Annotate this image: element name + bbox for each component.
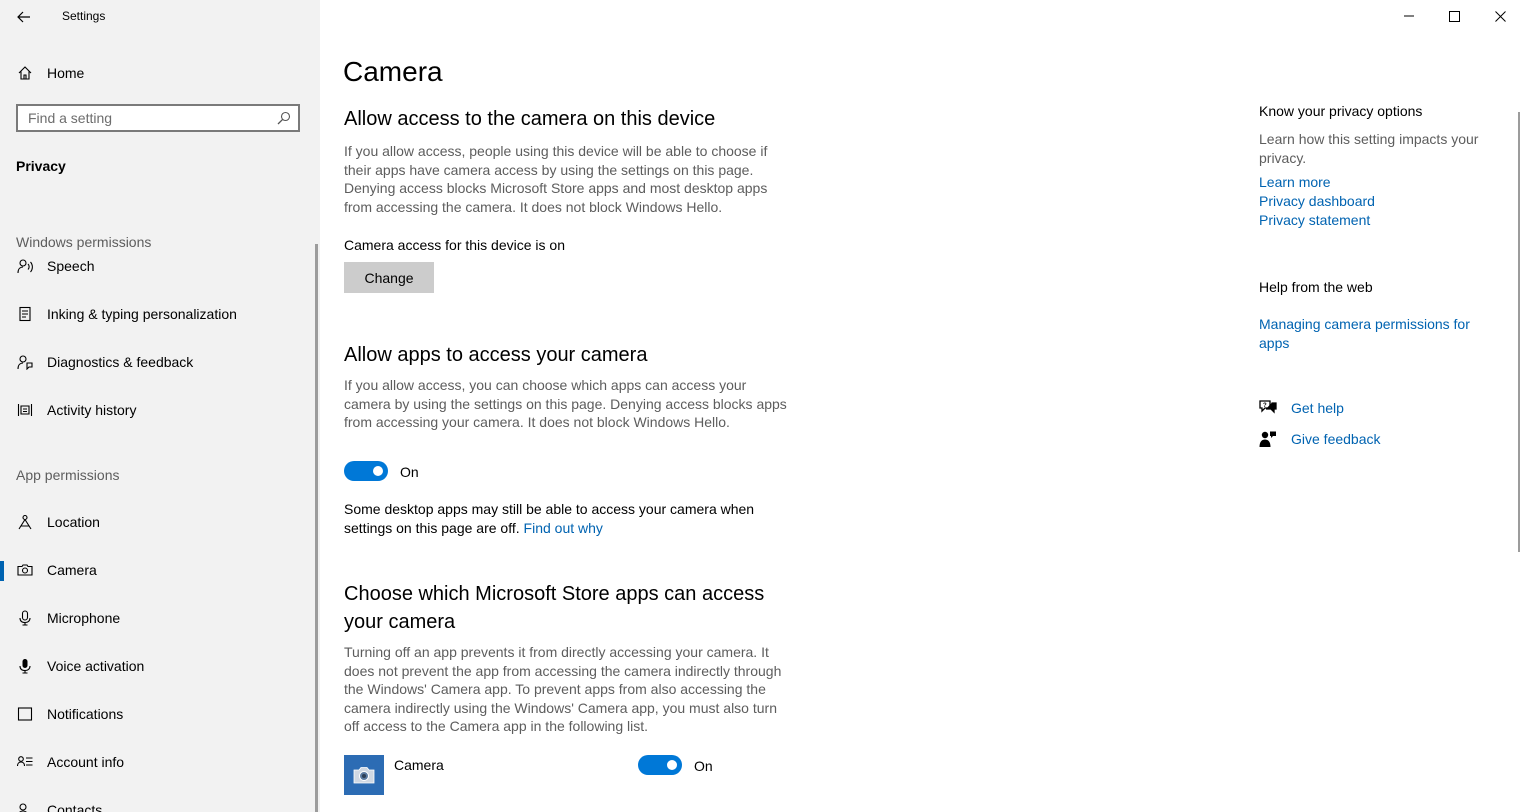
device-access-description: If you allow access, people using this d… (344, 143, 768, 215)
microphone-icon (16, 609, 34, 627)
sidebar-item-label: Microphone (47, 610, 121, 626)
sidebar-item-label: Voice activation (47, 658, 145, 674)
sidebar-item-speech[interactable]: Speech (0, 242, 320, 290)
sidebar-item-inking-typing[interactable]: Inking & typing personalization (0, 290, 320, 338)
app-title: Settings (62, 9, 106, 23)
sidebar-item-notifications[interactable]: Notifications (0, 690, 320, 738)
privacy-options-heading: Know your privacy options (1259, 103, 1423, 119)
managing-camera-permissions-link[interactable]: Managing camera permissions for apps (1259, 315, 1499, 352)
change-button[interactable]: Change (344, 262, 434, 293)
sidebar-item-activity-history[interactable]: Activity history (0, 386, 320, 434)
sidebar: Settings Home Privacy Windows permission… (0, 0, 320, 812)
camera-app-toggle-state: On (694, 758, 713, 774)
sidebar-item-label: Activity history (47, 402, 137, 418)
apps-access-toggle-state: On (400, 464, 419, 480)
sidebar-item-label: Notifications (47, 706, 124, 722)
back-button[interactable] (10, 4, 38, 30)
camera-app-icon (353, 767, 375, 784)
title-bar: Settings (0, 0, 320, 34)
toggle-knob (667, 760, 677, 770)
main-scrollbar[interactable] (1518, 112, 1520, 552)
desktop-apps-note: Some desktop apps may still be able to a… (344, 500, 764, 537)
activity-history-icon (16, 401, 34, 419)
close-icon (1494, 10, 1506, 22)
account-info-icon (16, 753, 34, 771)
sidebar-scrollbar[interactable] (315, 244, 318, 812)
contacts-icon (16, 801, 34, 812)
sidebar-item-camera[interactable]: Camera (0, 546, 320, 594)
close-button[interactable] (1477, 0, 1523, 32)
store-apps-description: Turning off an app prevents it from dire… (344, 644, 782, 734)
toggle-knob (373, 466, 383, 476)
notifications-icon (16, 705, 34, 723)
search-icon[interactable] (277, 111, 291, 125)
windows-permissions-list: Speech Inking & typing personalization D… (0, 242, 320, 434)
page-title: Camera (343, 56, 443, 87)
app-permissions-list: Location Camera Microphone Voice activat… (0, 498, 320, 812)
section-title: Privacy (16, 158, 66, 174)
voice-activation-icon (16, 657, 34, 675)
find-out-why-link[interactable]: Find out why (524, 520, 603, 536)
back-arrow-icon (17, 11, 30, 23)
sidebar-item-label: Speech (47, 258, 95, 274)
maximize-button[interactable] (1431, 0, 1477, 32)
sidebar-item-label: Contacts (47, 802, 103, 812)
home-label: Home (47, 65, 85, 81)
apps-access-heading: Allow apps to access your camera (344, 344, 648, 366)
get-help-link[interactable]: Get help (1291, 400, 1344, 416)
sidebar-item-label: Inking & typing personalization (47, 306, 237, 322)
camera-app-toggle[interactable] (638, 755, 682, 775)
maximize-icon (1448, 10, 1460, 22)
home-icon (16, 64, 34, 82)
svg-text:?: ? (1263, 403, 1267, 409)
privacy-dashboard-link[interactable]: Privacy dashboard (1259, 193, 1375, 209)
app-permissions-label: App permissions (16, 467, 120, 483)
search-input[interactable] (18, 106, 268, 130)
sidebar-item-diagnostics[interactable]: Diagnostics & feedback (0, 338, 320, 386)
sidebar-item-microphone[interactable]: Microphone (0, 594, 320, 642)
main-content: Camera Allow access to the camera on thi… (320, 0, 1523, 812)
store-apps-heading: Choose which Microsoft Store apps can ac… (344, 583, 765, 633)
search-box (16, 104, 300, 132)
device-access-heading: Allow access to the camera on this devic… (344, 108, 716, 130)
device-access-status: Camera access for this device is on (344, 237, 565, 253)
speech-icon (16, 257, 34, 275)
sidebar-item-label: Location (47, 514, 100, 530)
sidebar-item-label: Diagnostics & feedback (47, 354, 194, 370)
privacy-statement-link[interactable]: Privacy statement (1259, 212, 1370, 228)
give-feedback-icon (1259, 431, 1276, 447)
home-nav-item[interactable]: Home (0, 58, 320, 88)
sidebar-item-voice-activation[interactable]: Voice activation (0, 642, 320, 690)
minimize-button[interactable] (1386, 0, 1432, 32)
inking-icon (16, 305, 34, 323)
apps-access-description: If you allow access, you can choose whic… (344, 377, 787, 430)
diagnostics-icon (16, 353, 34, 371)
get-help-icon: ? (1259, 400, 1277, 414)
sidebar-item-label: Camera (47, 562, 97, 578)
sidebar-item-contacts[interactable]: Contacts (0, 786, 320, 812)
camera-app-tile (344, 755, 384, 795)
camera-icon (16, 561, 34, 579)
location-icon (16, 513, 34, 531)
give-feedback-link[interactable]: Give feedback (1291, 431, 1381, 447)
minimize-icon (1404, 15, 1414, 17)
learn-more-link[interactable]: Learn more (1259, 174, 1331, 190)
sidebar-item-location[interactable]: Location (0, 498, 320, 546)
sidebar-item-label: Account info (47, 754, 125, 770)
sidebar-item-account-info[interactable]: Account info (0, 738, 320, 786)
apps-access-toggle[interactable] (344, 461, 388, 481)
privacy-options-description: Learn how this setting impacts your priv… (1259, 131, 1479, 166)
camera-app-name: Camera (394, 757, 444, 773)
help-from-web-heading: Help from the web (1259, 279, 1373, 295)
